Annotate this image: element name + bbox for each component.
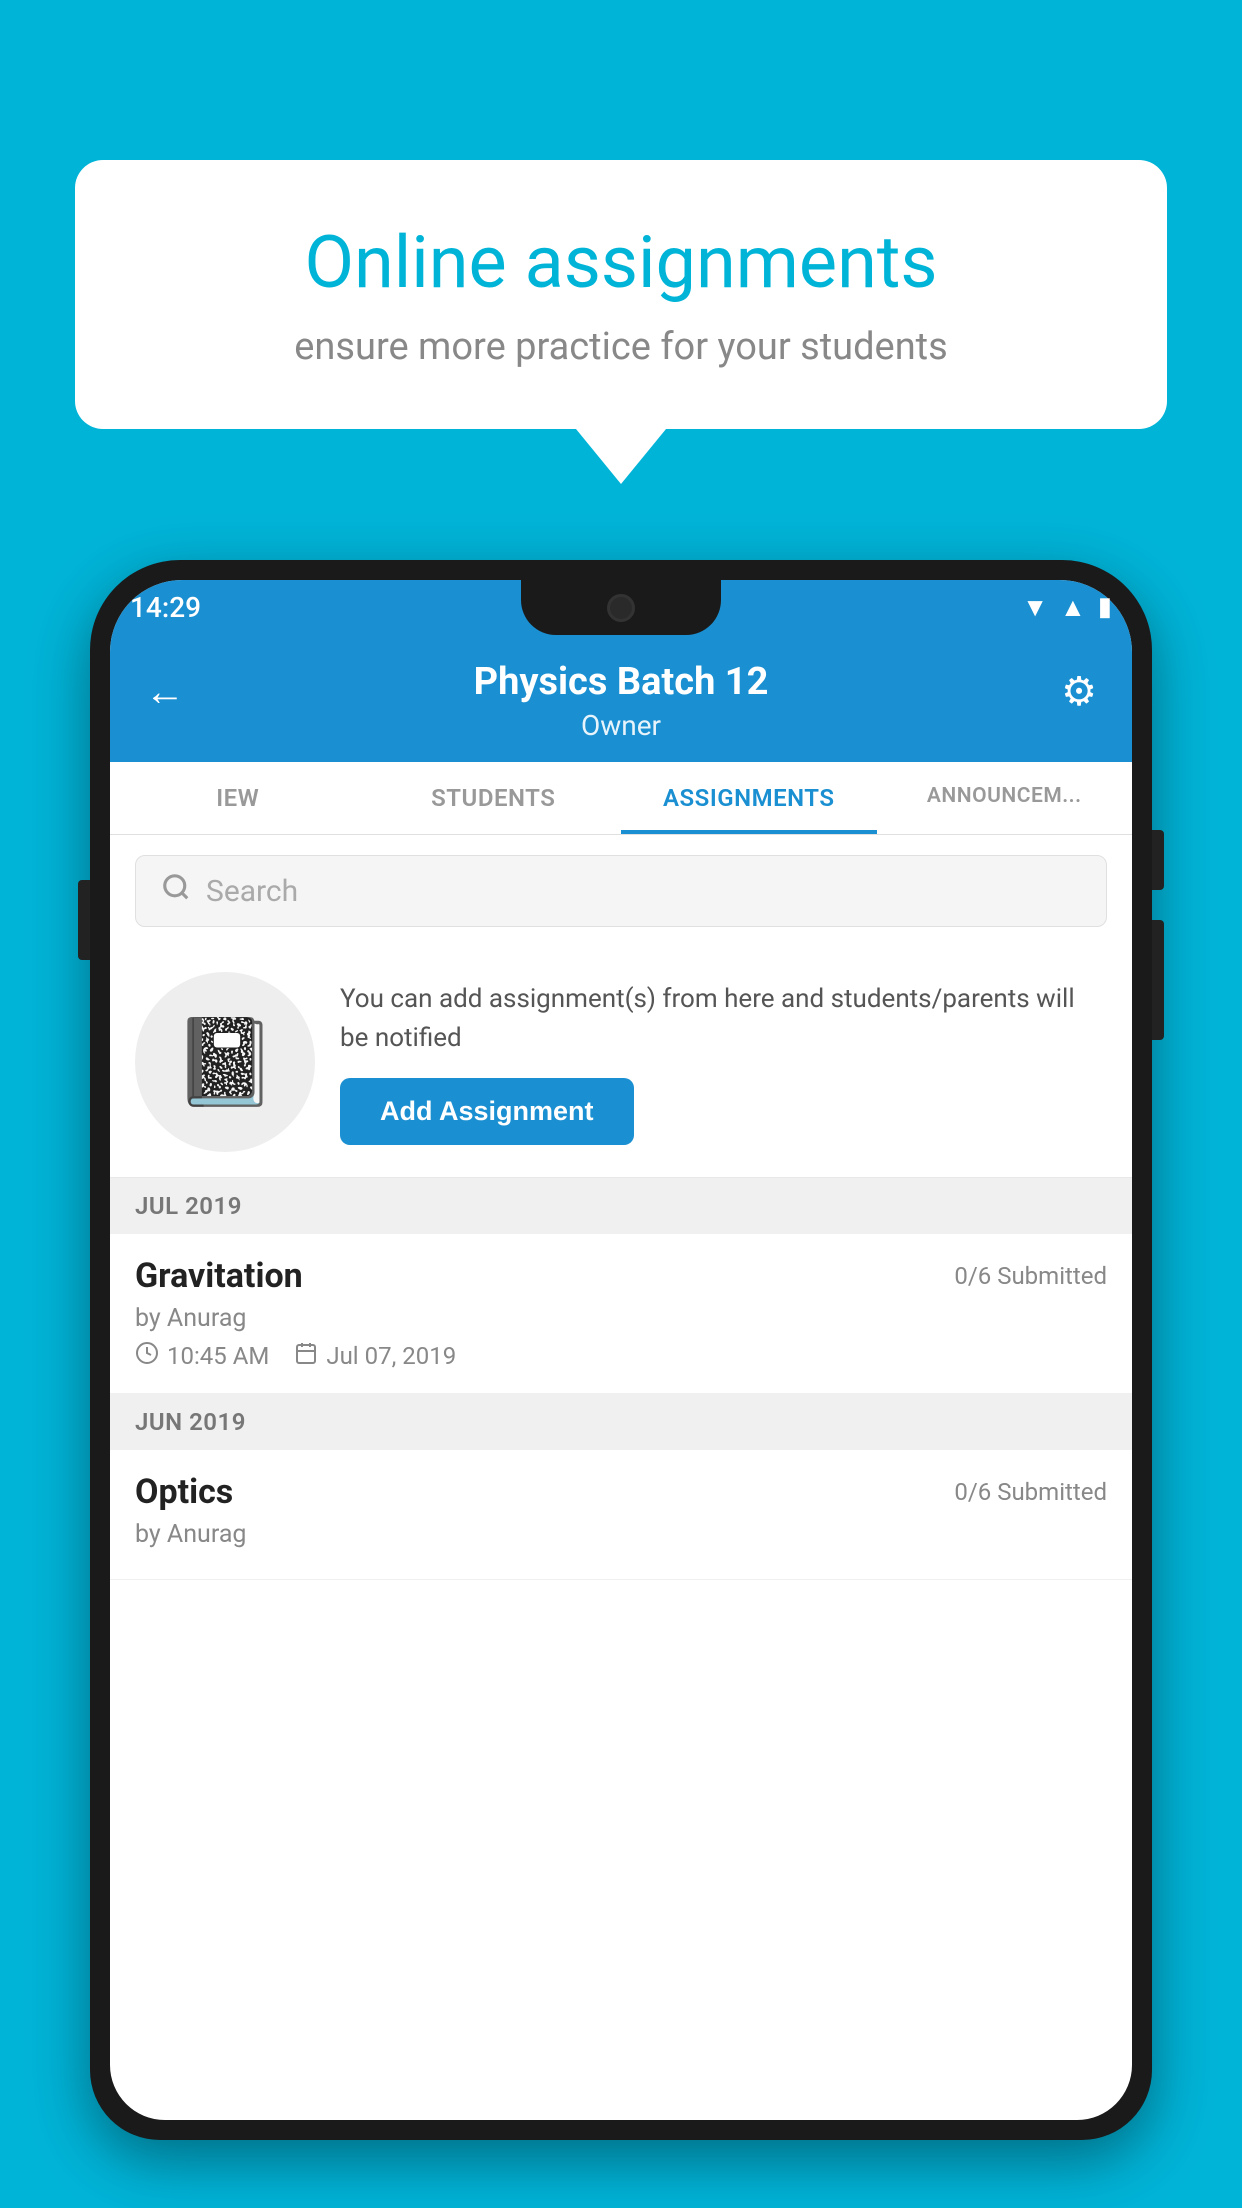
back-button[interactable]: ← bbox=[145, 668, 185, 715]
search-placeholder: Search bbox=[206, 874, 298, 909]
assignment-submitted-optics: 0/6 Submitted bbox=[954, 1478, 1107, 1506]
search-icon bbox=[161, 872, 191, 910]
speech-bubble-arrow bbox=[576, 429, 666, 484]
tabs-container: IEW STUDENTS ASSIGNMENTS ANNOUNCEM... bbox=[110, 762, 1132, 835]
search-container: Search bbox=[110, 835, 1132, 947]
section-header-jul: JUL 2019 bbox=[110, 1178, 1132, 1234]
promo-text: You can add assignment(s) from here and … bbox=[340, 980, 1107, 1058]
phone-screen: ← Physics Batch 12 Owner ⚙ IEW STUDENTS … bbox=[110, 580, 1132, 2120]
speech-bubble-container: Online assignments ensure more practice … bbox=[75, 160, 1167, 484]
signal-icon: ▲ bbox=[1060, 592, 1086, 623]
promo-content: You can add assignment(s) from here and … bbox=[340, 980, 1107, 1145]
assignment-item-gravitation[interactable]: Gravitation 0/6 Submitted by Anurag bbox=[110, 1234, 1132, 1394]
assignment-item-optics[interactable]: Optics 0/6 Submitted by Anurag bbox=[110, 1450, 1132, 1580]
promo-icon-circle: 📓 bbox=[135, 972, 315, 1152]
screen-content: Search 📓 You can add assignment(s) from … bbox=[110, 835, 1132, 2120]
calendar-icon bbox=[294, 1341, 318, 1371]
assignment-submitted: 0/6 Submitted bbox=[954, 1262, 1107, 1290]
speech-bubble-subtitle: ensure more practice for your students bbox=[145, 325, 1097, 369]
gear-icon[interactable]: ⚙ bbox=[1061, 668, 1097, 715]
assignment-date: Jul 07, 2019 bbox=[294, 1341, 456, 1371]
status-time: 14:29 bbox=[130, 591, 201, 624]
tab-assignments[interactable]: ASSIGNMENTS bbox=[621, 762, 877, 834]
section-header-jun: JUN 2019 bbox=[110, 1394, 1132, 1450]
battery-icon: ▮ bbox=[1098, 592, 1112, 622]
add-assignment-button[interactable]: Add Assignment bbox=[340, 1078, 634, 1145]
speech-bubble: Online assignments ensure more practice … bbox=[75, 160, 1167, 429]
assignment-author: by Anurag bbox=[135, 1304, 1107, 1333]
app-header-title: Physics Batch 12 bbox=[145, 660, 1097, 704]
tab-announcements[interactable]: ANNOUNCEM... bbox=[877, 762, 1133, 834]
phone-side-button-left bbox=[78, 880, 90, 960]
speech-bubble-title: Online assignments bbox=[145, 220, 1097, 305]
assignment-name-optics: Optics bbox=[135, 1472, 233, 1512]
search-bar[interactable]: Search bbox=[135, 855, 1107, 927]
phone-frame: 14:29 ▼ ▲ ▮ ← Physics Batch 12 Owner ⚙ I… bbox=[90, 560, 1152, 2140]
assignment-top-row-optics: Optics 0/6 Submitted bbox=[135, 1472, 1107, 1512]
phone-side-button-right-bottom bbox=[1152, 920, 1164, 1040]
phone-side-button-right-top bbox=[1152, 830, 1164, 890]
phone-container: 14:29 ▼ ▲ ▮ ← Physics Batch 12 Owner ⚙ I… bbox=[90, 560, 1152, 2208]
status-icons: ▼ ▲ ▮ bbox=[1022, 592, 1112, 623]
assignment-time: 10:45 AM bbox=[135, 1341, 269, 1371]
assignment-author-optics: by Anurag bbox=[135, 1520, 1107, 1549]
tab-iew[interactable]: IEW bbox=[110, 762, 366, 834]
wifi-icon: ▼ bbox=[1022, 592, 1048, 623]
assignment-name: Gravitation bbox=[135, 1256, 303, 1296]
tab-students[interactable]: STUDENTS bbox=[366, 762, 622, 834]
status-bar: 14:29 ▼ ▲ ▮ bbox=[130, 582, 1112, 632]
assignment-top-row: Gravitation 0/6 Submitted bbox=[135, 1256, 1107, 1296]
notebook-icon: 📓 bbox=[172, 1012, 278, 1112]
app-header-subtitle: Owner bbox=[145, 709, 1097, 742]
add-assignment-promo: 📓 You can add assignment(s) from here an… bbox=[110, 947, 1132, 1178]
clock-icon bbox=[135, 1341, 159, 1371]
assignment-meta: 10:45 AM Jul 07, 201 bbox=[135, 1341, 1107, 1371]
